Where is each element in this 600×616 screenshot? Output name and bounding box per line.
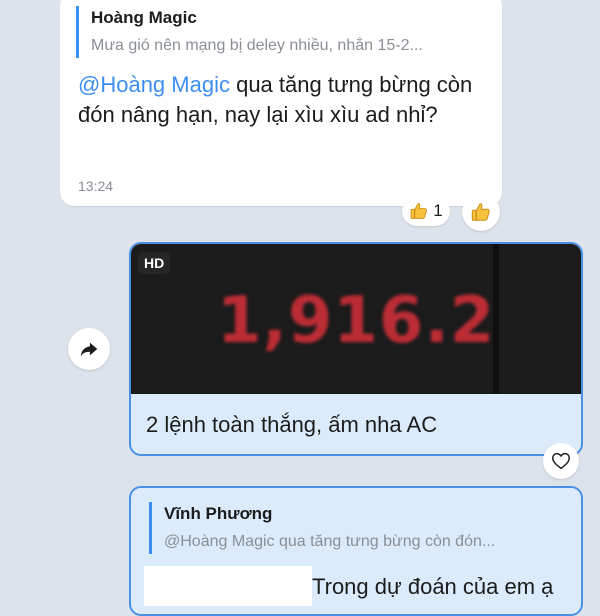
- reply-quote[interactable]: Hoàng Magic Mưa gió nên mạng bị deley nh…: [76, 6, 486, 58]
- reply-author: Vĩnh Phương: [164, 504, 273, 523]
- forward-button[interactable]: [68, 328, 110, 370]
- reply-quote[interactable]: Vĩnh Phương @Hoàng Magic qua tăng tưng b…: [149, 502, 554, 554]
- message-time: 13:24: [78, 178, 114, 194]
- heart-icon: [552, 452, 570, 470]
- outgoing-reply-message[interactable]: Vĩnh Phương @Hoàng Magic qua tăng tưng b…: [129, 486, 583, 616]
- mention-link[interactable]: @Hoàng Magic: [78, 72, 230, 97]
- reply-snippet: Mưa gió nên mạng bị deley nhiều, nhắn 15…: [91, 37, 423, 54]
- media-value-text: 1,916.2: [217, 284, 496, 358]
- incoming-message-bubble[interactable]: Hoàng Magic Mưa gió nên mạng bị deley nh…: [60, 0, 502, 206]
- media-caption: 2 lệnh toàn thắng, ấm nha AC: [146, 412, 438, 437]
- hd-badge: HD: [138, 252, 171, 274]
- media-divider: [493, 244, 499, 394]
- thumbs-up-icon: [410, 203, 428, 219]
- thumbs-up-icon: [471, 203, 490, 221]
- reaction-count: 1: [433, 201, 443, 220]
- add-reaction-button[interactable]: [462, 193, 500, 231]
- outgoing-media-message[interactable]: 1,916.2 HD 2 lệnh toàn thắng, ấm nha AC: [129, 242, 583, 456]
- reply-author: Hoàng Magic: [91, 8, 197, 27]
- reaction-chip[interactable]: 1: [402, 196, 450, 226]
- forward-arrow-icon: [80, 342, 98, 357]
- reply-snippet: @Hoàng Magic qua tăng tưng bừng còn đón.…: [164, 533, 496, 550]
- media-preview[interactable]: 1,916.2 HD: [131, 244, 581, 394]
- like-button[interactable]: [543, 443, 579, 479]
- message-text: Trong dự đoán của em ạ: [312, 574, 554, 599]
- message-text: @Hoàng Magic qua tăng tưng bừng còn đón …: [78, 70, 478, 130]
- redacted-area: [144, 566, 312, 606]
